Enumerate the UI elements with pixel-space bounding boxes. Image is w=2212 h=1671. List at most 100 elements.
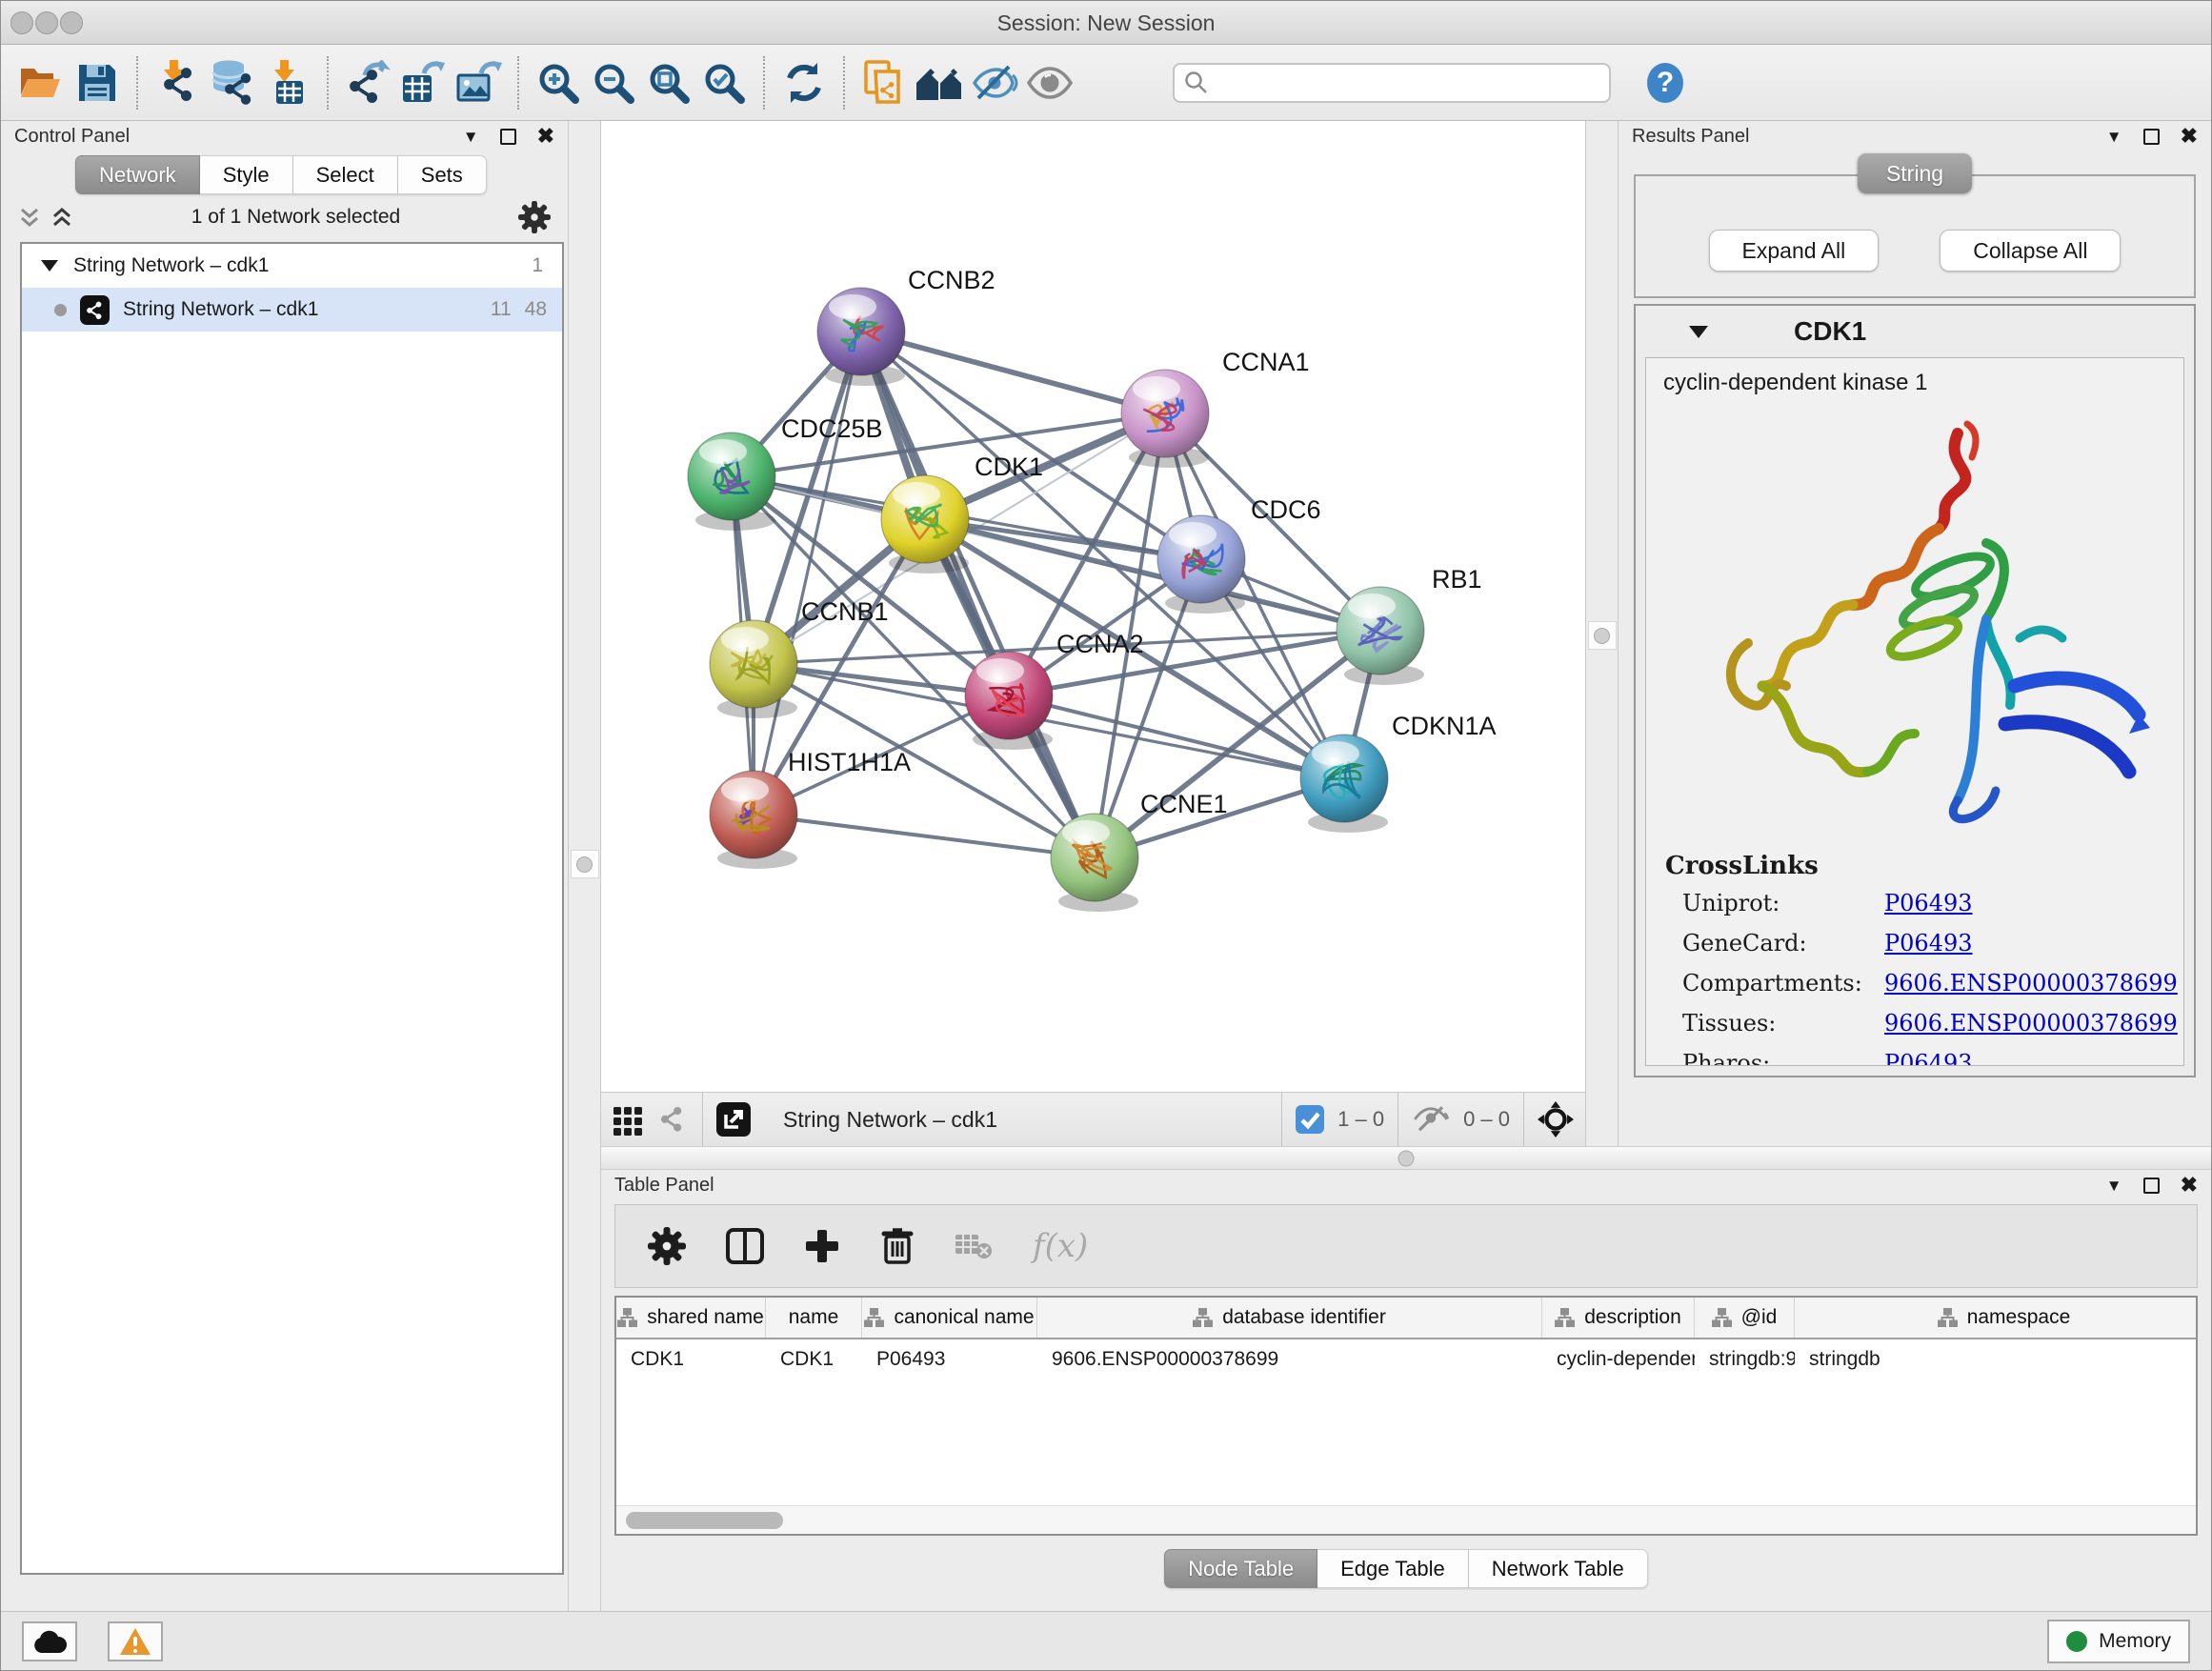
zoom-in-icon[interactable] bbox=[531, 54, 586, 111]
show-columns-icon[interactable] bbox=[726, 1228, 764, 1264]
table-row[interactable]: CDK1CDK1P064939606.ENSP00000378699cyclin… bbox=[616, 1339, 2196, 1379]
expand-all-icon[interactable] bbox=[50, 207, 73, 228]
tab-edge-table[interactable]: Edge Table bbox=[1317, 1549, 1469, 1588]
network-node-RB1[interactable] bbox=[1337, 587, 1424, 685]
table-cell[interactable]: P06493 bbox=[862, 1339, 1037, 1379]
crosslink-link[interactable]: 9606.ENSP00000378699 bbox=[1884, 1010, 2178, 1037]
network-view-mode-icon[interactable] bbox=[658, 1104, 689, 1135]
zoom-out-icon[interactable] bbox=[586, 54, 641, 111]
expand-all-button[interactable]: Expand All bbox=[1709, 230, 1880, 272]
network-edge-CCNA2-CDKN1A[interactable] bbox=[1009, 695, 1344, 778]
first-neighbors-icon[interactable] bbox=[912, 54, 967, 111]
fit-content-icon[interactable] bbox=[641, 54, 696, 111]
left-splitter[interactable] bbox=[568, 121, 601, 1611]
tab-network[interactable]: Network bbox=[75, 155, 200, 194]
scrollbar-thumb[interactable] bbox=[626, 1512, 783, 1529]
collapse-all-icon[interactable] bbox=[18, 207, 41, 228]
network-row[interactable]: String Network – cdk1 11 48 bbox=[22, 288, 562, 332]
network-collection-row[interactable]: String Network – cdk1 1 bbox=[22, 244, 562, 288]
refresh-view-icon[interactable] bbox=[776, 54, 832, 111]
column-header-description[interactable]: description bbox=[1542, 1298, 1695, 1338]
import-network-file-icon[interactable] bbox=[150, 54, 205, 111]
tab-style[interactable]: Style bbox=[200, 155, 293, 194]
tab-network-table[interactable]: Network Table bbox=[1469, 1549, 1648, 1588]
collection-expand-icon[interactable] bbox=[41, 260, 58, 272]
table-options-gear-icon[interactable] bbox=[648, 1227, 686, 1265]
right-splitter[interactable] bbox=[1585, 121, 1619, 1146]
search-input[interactable] bbox=[1173, 63, 1611, 103]
column-header-canonical-name[interactable]: canonical name bbox=[862, 1298, 1037, 1338]
float-panel-icon[interactable] bbox=[2143, 1178, 2160, 1194]
delete-table-icon[interactable] bbox=[955, 1231, 993, 1261]
float-panel-icon[interactable] bbox=[500, 129, 516, 145]
network-edge-CDK1-RB1[interactable] bbox=[925, 519, 1380, 631]
network-node-CCNE1[interactable] bbox=[1051, 814, 1138, 912]
table-cell[interactable]: CDK1 bbox=[616, 1339, 766, 1379]
cloud-status-button[interactable] bbox=[22, 1621, 77, 1661]
collapse-panel-icon[interactable]: ▼ bbox=[2106, 129, 2122, 145]
export-table-icon[interactable] bbox=[395, 54, 451, 111]
network-node-CCNB1[interactable] bbox=[710, 620, 797, 718]
network-canvas[interactable]: CCNB2CCNA1CDC25BCDK1CDC6RB1CCNB1CCNA2CDK… bbox=[601, 121, 1585, 1092]
network-node-CCNA2[interactable] bbox=[965, 652, 1053, 750]
close-panel-icon[interactable]: ✖ bbox=[537, 126, 554, 147]
close-panel-icon[interactable]: ✖ bbox=[2181, 126, 2198, 147]
network-options-gear-icon[interactable] bbox=[518, 201, 551, 233]
warnings-button[interactable] bbox=[108, 1621, 163, 1661]
hide-selected-icon[interactable] bbox=[967, 54, 1022, 111]
crosslink-link[interactable]: P06493 bbox=[1884, 1050, 1973, 1066]
splitter-handle[interactable] bbox=[1398, 1150, 1415, 1166]
network-node-CDKN1A[interactable] bbox=[1300, 735, 1388, 833]
import-table-file-icon[interactable] bbox=[260, 54, 315, 111]
export-image-icon[interactable] bbox=[451, 54, 506, 111]
memory-button[interactable]: Memory bbox=[2047, 1620, 2190, 1663]
delete-column-icon[interactable] bbox=[880, 1227, 915, 1265]
table-cell[interactable]: stringdb:9... bbox=[1695, 1339, 1795, 1379]
splitter-handle[interactable] bbox=[576, 856, 593, 873]
entry-collapse-icon[interactable] bbox=[1689, 326, 1708, 338]
function-builder-icon[interactable]: f(x) bbox=[1033, 1227, 1088, 1265]
birds-eye-view-icon[interactable] bbox=[1538, 1101, 1574, 1137]
detach-view-icon[interactable] bbox=[716, 1102, 751, 1137]
collapse-all-button[interactable]: Collapse All bbox=[1940, 230, 2121, 272]
network-node-CCNB2[interactable] bbox=[817, 288, 905, 386]
network-edge-CCNB2-HIST1H1A[interactable] bbox=[754, 332, 861, 815]
table-cell[interactable]: CDK1 bbox=[766, 1339, 862, 1379]
network-node-CDK1[interactable] bbox=[881, 475, 969, 574]
collapse-panel-icon[interactable]: ▼ bbox=[463, 129, 479, 145]
column-header-shared-name[interactable]: shared name bbox=[616, 1298, 766, 1338]
grid-view-icon[interactable] bbox=[613, 1103, 645, 1136]
table-cell[interactable]: stringdb bbox=[1795, 1339, 2198, 1379]
crosslink-link[interactable]: 9606.ENSP00000378699 bbox=[1884, 970, 2178, 997]
tab-select[interactable]: Select bbox=[293, 155, 398, 194]
column-header-name[interactable]: name bbox=[766, 1298, 862, 1338]
crosslink-link[interactable]: P06493 bbox=[1884, 930, 1973, 956]
create-column-icon[interactable] bbox=[804, 1228, 840, 1264]
open-session-icon[interactable] bbox=[14, 54, 70, 111]
eye-icon[interactable] bbox=[1022, 54, 1077, 111]
column-header-namespace[interactable]: namespace bbox=[1795, 1298, 2198, 1338]
network-node-CCNA1[interactable] bbox=[1121, 370, 1209, 468]
table-cell[interactable]: cyclin-dependent ... bbox=[1542, 1339, 1695, 1379]
network-node-CDC25B[interactable] bbox=[688, 433, 775, 531]
table-cell[interactable]: 9606.ENSP00000378699 bbox=[1037, 1339, 1542, 1379]
collapse-panel-icon[interactable]: ▼ bbox=[2106, 1178, 2122, 1194]
tab-node-table[interactable]: Node Table bbox=[1164, 1549, 1317, 1588]
save-session-icon[interactable] bbox=[70, 54, 125, 111]
help-icon[interactable]: ? bbox=[1638, 54, 1693, 111]
horizontal-splitter[interactable] bbox=[601, 1146, 2211, 1170]
splitter-handle[interactable] bbox=[1594, 628, 1610, 644]
crosslink-link[interactable]: P06493 bbox=[1884, 890, 1973, 916]
float-panel-icon[interactable] bbox=[2143, 129, 2160, 145]
network-from-selection-icon[interactable] bbox=[856, 54, 912, 111]
column-header-database-identifier[interactable]: database identifier bbox=[1037, 1298, 1542, 1338]
tab-sets[interactable]: Sets bbox=[398, 155, 487, 194]
import-network-database-icon[interactable] bbox=[205, 54, 260, 111]
network-edge-HIST1H1A-CCNE1[interactable] bbox=[754, 815, 1095, 857]
horizontal-scrollbar[interactable] bbox=[616, 1505, 2196, 1534]
tab-string[interactable]: String bbox=[1858, 153, 1972, 193]
export-network-icon[interactable] bbox=[340, 54, 395, 111]
network-node-HIST1H1A[interactable] bbox=[710, 771, 797, 869]
zoom-selected-icon[interactable] bbox=[696, 54, 752, 111]
network-node-CDC6[interactable] bbox=[1157, 515, 1245, 614]
